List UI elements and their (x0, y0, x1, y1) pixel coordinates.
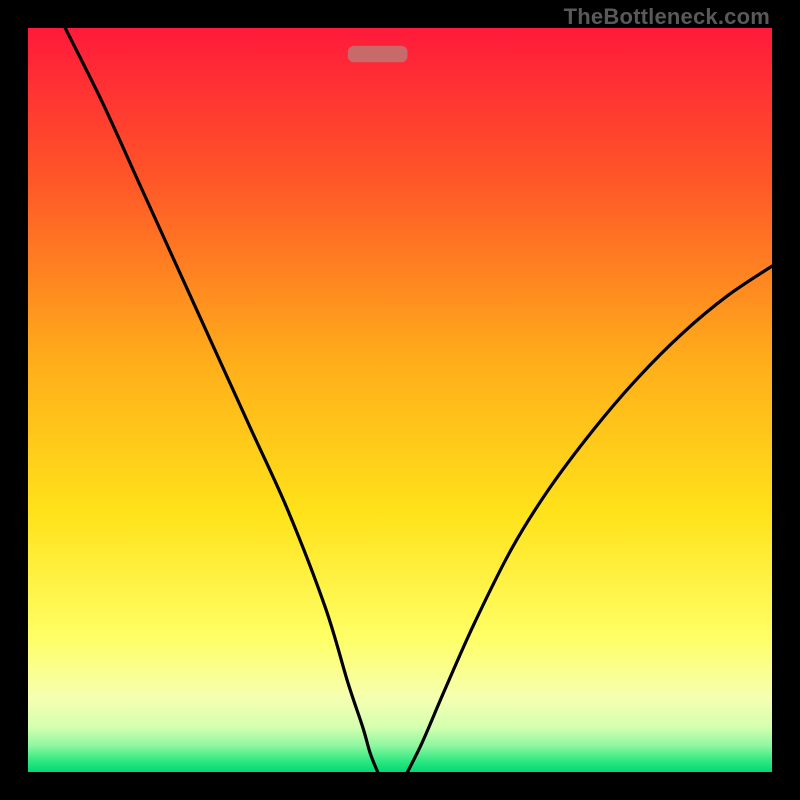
chart-frame: TheBottleneck.com (0, 0, 800, 800)
bottleneck-marker (348, 46, 408, 62)
watermark-text: TheBottleneck.com (564, 4, 770, 30)
chart-svg (28, 28, 772, 772)
chart-plot-area (28, 28, 772, 772)
gradient-background (28, 28, 772, 772)
